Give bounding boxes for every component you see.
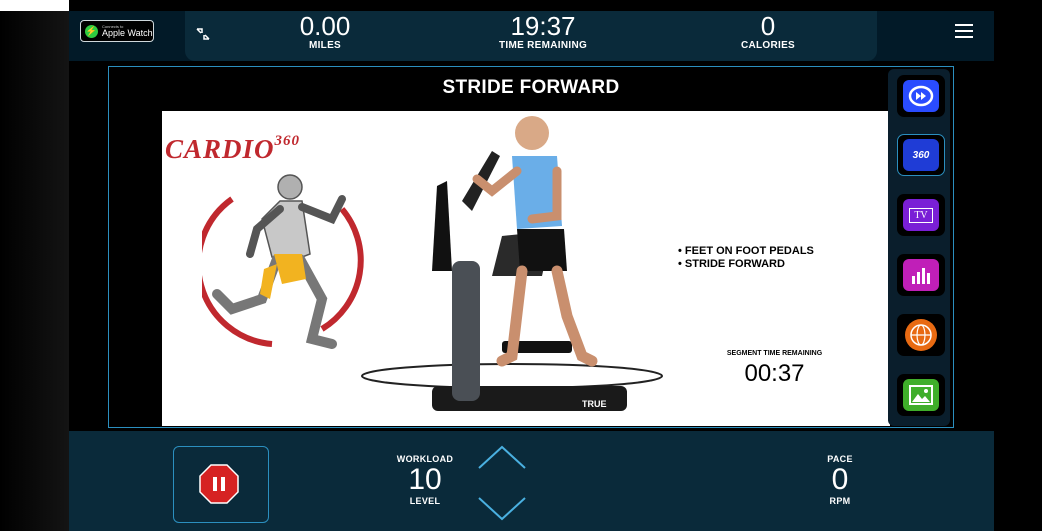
instruction-list: FEET ON FOOT PEDALS STRIDE FORWARD [678, 245, 814, 271]
rpm-label: RPM [829, 496, 851, 506]
cardio360-icon: 360 [903, 139, 939, 171]
miles-stat: 0.00 MILES [270, 12, 380, 51]
left-margin [0, 11, 69, 531]
segment-content: CARDIO360 TRUE FEET ON FOOT PEDALS STRID… [162, 111, 890, 426]
calories-label: CALORIES [740, 40, 796, 51]
miles-label: MILES [308, 40, 342, 51]
www-button[interactable] [897, 314, 945, 356]
apple-watch-badge[interactable]: ⚡ Connects to Apple Watch [80, 20, 154, 42]
corner-background [0, 0, 69, 11]
segment-time-label: SEGMENT TIME REMAINING [726, 350, 823, 357]
workload-value: 10 [408, 463, 442, 496]
calories-value: 0 [760, 11, 776, 41]
runner-figure-icon [202, 174, 364, 349]
stats-icon [903, 259, 939, 291]
minimize-icon[interactable] [196, 28, 210, 40]
hamburger-menu-icon[interactable] [955, 24, 973, 38]
right-margin [994, 11, 1042, 531]
instruction-item: STRIDE FORWARD [678, 258, 814, 271]
time-remaining-label: TIME REMAINING [498, 40, 588, 51]
apple-watch-label: Apple Watch [102, 27, 153, 38]
cardio360-button[interactable]: 360 [897, 134, 945, 176]
segment-time-value: 00:37 [744, 360, 805, 387]
calories-stat: 0 CALORIES [718, 12, 818, 51]
level-label: LEVEL [409, 496, 441, 506]
tv-icon: TV [903, 199, 939, 231]
watch-icon: ⚡ [85, 24, 98, 38]
workload-stat: WORKLOAD 10 LEVEL [390, 454, 460, 506]
time-remaining-value: 19:37 [510, 11, 576, 41]
pace-stat: PACE 0 RPM [805, 454, 875, 506]
tv-button[interactable]: TV [897, 194, 945, 236]
pause-stop-icon[interactable] [199, 464, 239, 504]
www-icon [905, 319, 937, 351]
pace-value: 0 [831, 463, 849, 496]
segment-title: STRIDE FORWARD [442, 77, 620, 98]
elliptical-machine-image: TRUE [361, 116, 663, 411]
increase-level-chevron-up-icon[interactable] [477, 444, 527, 470]
scenery-icon [903, 379, 939, 411]
skip-button[interactable] [897, 75, 945, 117]
decrease-level-chevron-down-icon[interactable] [477, 496, 527, 522]
machine-brand: TRUE [582, 399, 607, 409]
skip-icon [903, 80, 939, 112]
scenery-button[interactable] [897, 374, 945, 416]
instruction-item: FEET ON FOOT PEDALS [678, 245, 814, 258]
side-button-panel [888, 69, 950, 426]
time-remaining-stat: 19:37 TIME REMAINING [478, 12, 608, 51]
stats-button[interactable] [897, 254, 945, 296]
miles-value: 0.00 [299, 11, 351, 41]
